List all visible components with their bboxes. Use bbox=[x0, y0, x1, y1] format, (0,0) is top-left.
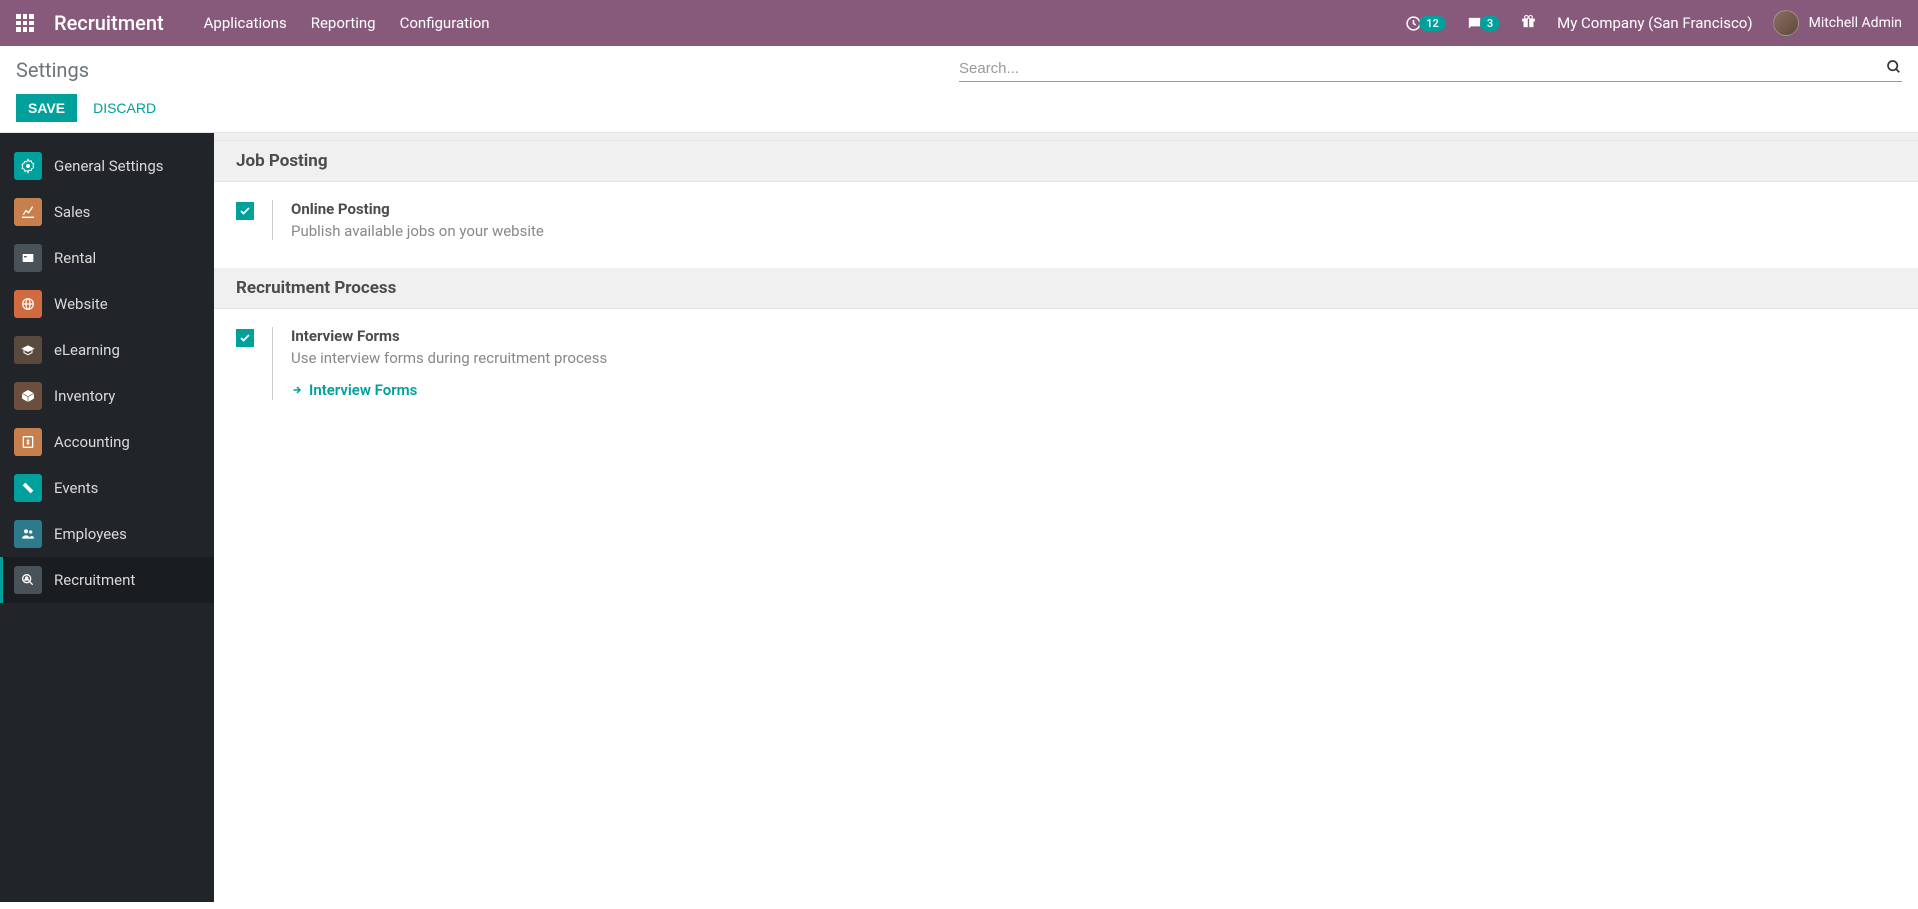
divider bbox=[272, 200, 273, 240]
setting-interview-forms: Interview Forms Use interview forms duri… bbox=[236, 327, 1896, 400]
ticket-icon bbox=[14, 474, 42, 502]
section-header-recruitment-process: Recruitment Process bbox=[214, 268, 1918, 309]
setting-title: Online Posting bbox=[291, 200, 1896, 218]
navbar-menu: Applications Reporting Configuration bbox=[204, 14, 490, 32]
search-icon[interactable] bbox=[1886, 59, 1902, 79]
messages-button[interactable]: 3 bbox=[1466, 15, 1500, 32]
menu-reporting[interactable]: Reporting bbox=[311, 14, 376, 32]
sidebar-item-label: Inventory bbox=[54, 387, 115, 405]
sidebar-item-label: Accounting bbox=[54, 433, 130, 451]
settings-sidebar: General Settings Sales Rental Website eL… bbox=[0, 133, 214, 902]
sidebar-item-elearning[interactable]: eLearning bbox=[0, 327, 214, 373]
setting-description: Publish available jobs on your website bbox=[291, 222, 1896, 240]
sidebar-item-inventory[interactable]: Inventory bbox=[0, 373, 214, 419]
sidebar-item-rental[interactable]: Rental bbox=[0, 235, 214, 281]
navbar-right: 12 3 My Company (San Francisco) Mitchell… bbox=[1405, 10, 1902, 36]
search-input[interactable] bbox=[959, 60, 1886, 77]
settings-content: Job Posting Online Posting Publish avail… bbox=[214, 133, 1918, 902]
sidebar-item-sales[interactable]: Sales bbox=[0, 189, 214, 235]
sidebar-item-label: Recruitment bbox=[54, 571, 135, 589]
save-button[interactable]: SAVE bbox=[16, 94, 77, 122]
message-count-badge: 3 bbox=[1480, 16, 1500, 31]
user-name: Mitchell Admin bbox=[1809, 15, 1902, 31]
sidebar-item-label: Website bbox=[54, 295, 108, 313]
user-menu[interactable]: Mitchell Admin bbox=[1773, 10, 1902, 36]
sidebar-item-employees[interactable]: Employees bbox=[0, 511, 214, 557]
company-selector[interactable]: My Company (San Francisco) bbox=[1557, 14, 1752, 32]
interview-forms-link[interactable]: Interview Forms bbox=[291, 381, 417, 399]
avatar bbox=[1773, 10, 1799, 36]
activities-button[interactable]: 12 bbox=[1405, 15, 1446, 32]
box-icon bbox=[14, 382, 42, 410]
checkbox-interview-forms[interactable] bbox=[236, 329, 254, 347]
sidebar-item-label: General Settings bbox=[54, 157, 164, 175]
globe-icon bbox=[14, 290, 42, 318]
setting-description: Use interview forms during recruitment p… bbox=[291, 349, 1896, 367]
gift-icon bbox=[1520, 13, 1537, 30]
sidebar-item-label: Events bbox=[54, 479, 98, 497]
activity-count-badge: 12 bbox=[1419, 16, 1446, 31]
magnify-person-icon bbox=[14, 566, 42, 594]
graduation-icon bbox=[14, 336, 42, 364]
breadcrumb: Settings bbox=[16, 58, 959, 82]
sidebar-item-website[interactable]: Website bbox=[0, 281, 214, 327]
chart-icon bbox=[14, 198, 42, 226]
menu-applications[interactable]: Applications bbox=[204, 14, 287, 32]
menu-configuration[interactable]: Configuration bbox=[400, 14, 490, 32]
link-label: Interview Forms bbox=[309, 381, 417, 399]
section-header-job-posting: Job Posting bbox=[214, 141, 1918, 182]
search-bar[interactable] bbox=[959, 59, 1902, 82]
setting-title: Interview Forms bbox=[291, 327, 1896, 345]
gear-icon bbox=[14, 152, 42, 180]
sidebar-item-general-settings[interactable]: General Settings bbox=[0, 143, 214, 189]
checkbox-online-posting[interactable] bbox=[236, 202, 254, 220]
control-panel: Settings SAVE DISCARD bbox=[0, 46, 1918, 133]
sidebar-item-label: Rental bbox=[54, 249, 96, 267]
discard-button[interactable]: DISCARD bbox=[85, 94, 164, 122]
sidebar-item-label: Employees bbox=[54, 525, 127, 543]
top-navbar: Recruitment Applications Reporting Confi… bbox=[0, 0, 1918, 46]
app-brand[interactable]: Recruitment bbox=[54, 11, 164, 35]
divider bbox=[272, 327, 273, 400]
arrow-right-icon bbox=[291, 384, 303, 396]
dollar-icon bbox=[14, 428, 42, 456]
sidebar-item-accounting[interactable]: Accounting bbox=[0, 419, 214, 465]
sidebar-item-recruitment[interactable]: Recruitment bbox=[0, 557, 214, 603]
people-icon bbox=[14, 520, 42, 548]
sidebar-item-label: eLearning bbox=[54, 341, 120, 359]
gift-button[interactable] bbox=[1520, 13, 1537, 34]
apps-menu-icon[interactable] bbox=[16, 14, 34, 32]
sidebar-item-label: Sales bbox=[54, 203, 90, 221]
setting-online-posting: Online Posting Publish available jobs on… bbox=[236, 200, 1896, 240]
key-icon bbox=[14, 244, 42, 272]
sidebar-item-events[interactable]: Events bbox=[0, 465, 214, 511]
